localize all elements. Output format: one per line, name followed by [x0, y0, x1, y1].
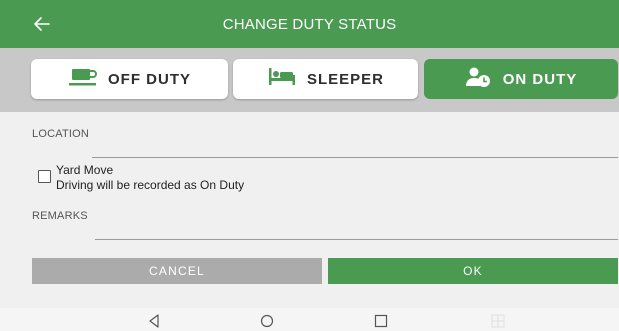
yard-move-subtitle: Driving will be recorded as On Duty	[56, 178, 245, 192]
page-title: CHANGE DUTY STATUS	[222, 15, 397, 33]
coffee-cup-icon	[68, 67, 108, 91]
location-input[interactable]	[92, 157, 618, 158]
cancel-button[interactable]: CANCEL	[32, 258, 322, 284]
recents-square-icon[interactable]	[373, 313, 389, 329]
remarks-input[interactable]	[95, 239, 618, 240]
duty-status-selector: OFF DUTY SLEEPER ON DUTY	[0, 48, 619, 112]
home-circle-icon[interactable]	[259, 313, 275, 329]
remarks-label: REMARKS	[32, 210, 88, 222]
app-header: CHANGE DUTY STATUS	[0, 0, 619, 48]
sleeper-label: SLEEPER	[306, 70, 385, 88]
person-clock-icon	[465, 66, 503, 92]
on-duty-button[interactable]: ON DUTY	[424, 59, 618, 99]
on-duty-label: ON DUTY	[502, 70, 578, 88]
sleeper-button[interactable]: SLEEPER	[233, 59, 418, 99]
grid-icon[interactable]	[490, 313, 506, 329]
location-label: LOCATION	[32, 128, 90, 140]
ok-button[interactable]: OK	[328, 258, 618, 284]
off-duty-label: OFF DUTY	[108, 70, 191, 88]
off-duty-button[interactable]: OFF DUTY	[31, 59, 228, 99]
bed-icon	[267, 67, 307, 91]
back-triangle-icon[interactable]	[146, 313, 162, 329]
yard-move-checkbox[interactable]	[38, 170, 51, 183]
yard-move-title: Yard Move	[56, 163, 114, 177]
duty-form: LOCATION Yard Move Driving will be recor…	[0, 112, 619, 308]
system-navbar	[0, 308, 619, 331]
